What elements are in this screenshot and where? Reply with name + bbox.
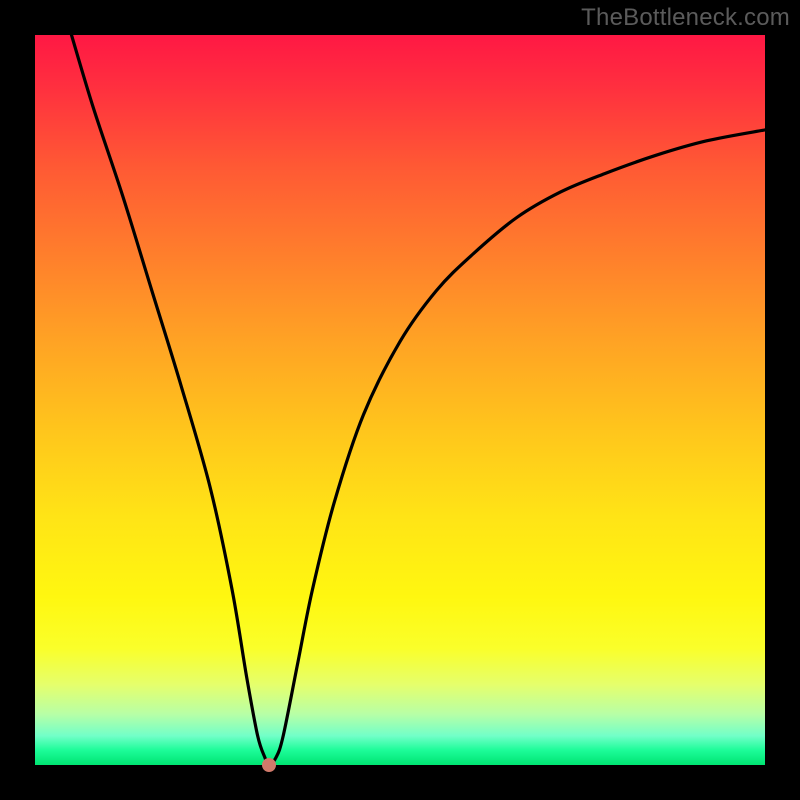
watermark-text: TheBottleneck.com [581,4,790,32]
plot-area [35,35,765,765]
chart-container: TheBottleneck.com [0,0,800,800]
optimal-point-marker [262,758,276,772]
curve-svg [35,35,765,765]
bottleneck-curve [72,35,766,765]
